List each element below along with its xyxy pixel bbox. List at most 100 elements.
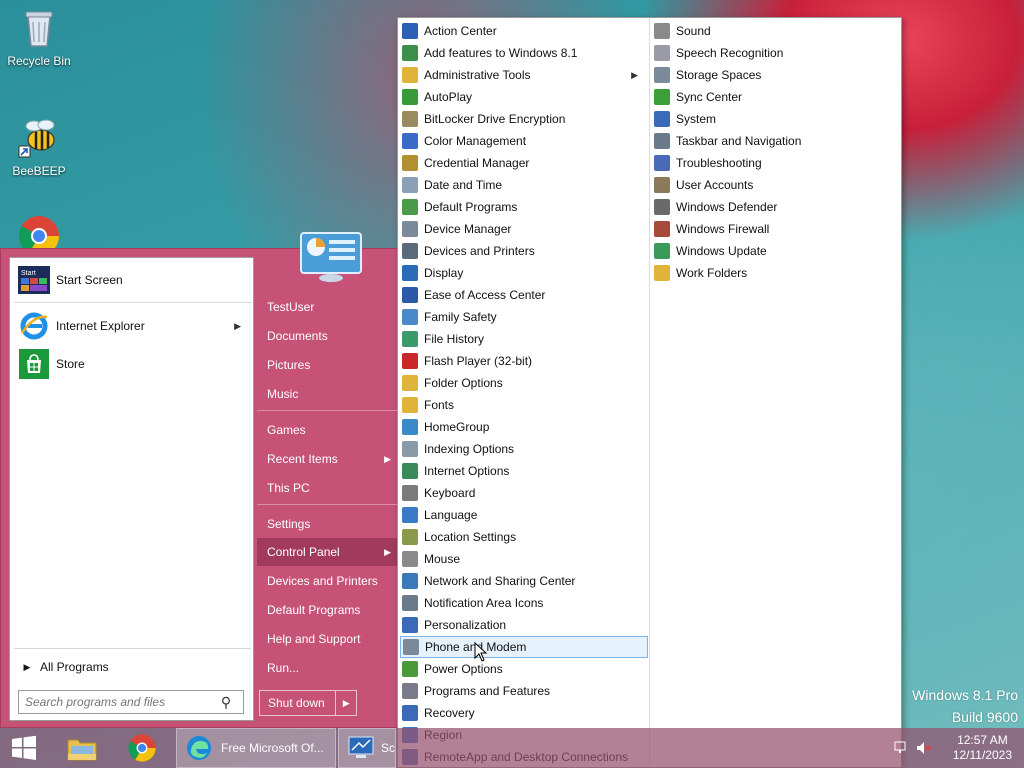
mouse-icon	[402, 551, 418, 567]
folder-options-icon	[402, 375, 418, 391]
cp-item-autoplay[interactable]: AutoPlay	[400, 86, 648, 108]
cp-item-add-features-to-windows-8-1[interactable]: Add features to Windows 8.1	[400, 42, 648, 64]
cp-item-troubleshooting[interactable]: Troubleshooting	[652, 152, 900, 174]
cp-item-label: System	[676, 112, 717, 126]
cp-item-power-options[interactable]: Power Options	[400, 658, 648, 680]
right-item-music[interactable]: Music	[257, 380, 397, 408]
cp-item-recovery[interactable]: Recovery	[400, 702, 648, 724]
cp-item-indexing-options[interactable]: Indexing Options	[400, 438, 648, 460]
right-item-user[interactable]: TestUser	[257, 293, 397, 321]
beebeep-desktop-icon[interactable]: BeeBEEP	[4, 116, 74, 178]
cp-item-color-management[interactable]: Color Management	[400, 130, 648, 152]
all-programs-button[interactable]: ▶ All Programs	[14, 654, 251, 680]
cp-item-notification-area-icons[interactable]: Notification Area Icons	[400, 592, 648, 614]
cp-item-mouse[interactable]: Mouse	[400, 548, 648, 570]
right-item-run[interactable]: Run...	[257, 654, 397, 682]
right-item-control-panel[interactable]: Control Panel ▶	[257, 538, 397, 566]
beebeep-label: BeeBEEP	[12, 164, 66, 178]
right-item-help-and-support[interactable]: Help and Support	[257, 625, 397, 653]
cp-item-label: Mouse	[424, 552, 461, 566]
internet-options-icon	[402, 463, 418, 479]
cp-item-label: HomeGroup	[424, 420, 490, 434]
cp-item-speech-recognition[interactable]: Speech Recognition	[652, 42, 900, 64]
cp-item-flash-player-32-bit[interactable]: Flash Player (32-bit)	[400, 350, 648, 372]
cp-item-family-safety[interactable]: Family Safety	[400, 306, 648, 328]
shutdown-options-button[interactable]: ▶	[336, 691, 356, 715]
cp-item-folder-options[interactable]: Folder Options	[400, 372, 648, 394]
store-icon	[18, 348, 50, 380]
cp-item-label: Indexing Options	[424, 442, 515, 456]
taskbar-edge-window[interactable]: Free Microsoft Of...	[176, 728, 336, 768]
cp-item-windows-defender[interactable]: Windows Defender	[652, 196, 900, 218]
cp-item-system[interactable]: System	[652, 108, 900, 130]
cp-item-keyboard[interactable]: Keyboard	[400, 482, 648, 504]
cp-item-devices-and-printers[interactable]: Devices and Printers	[400, 240, 648, 262]
cp-item-file-history[interactable]: File History	[400, 328, 648, 350]
cp-item-date-and-time[interactable]: Date and Time	[400, 174, 648, 196]
start-button[interactable]	[0, 728, 48, 768]
cp-item-display[interactable]: Display	[400, 262, 648, 284]
cp-item-device-manager[interactable]: Device Manager	[400, 218, 648, 240]
pinned-store[interactable]: Store	[14, 346, 251, 382]
cp-item-default-programs[interactable]: Default Programs	[400, 196, 648, 218]
network-icon[interactable]	[894, 741, 908, 755]
all-programs-divider	[14, 648, 251, 649]
cp-item-ease-of-access-center[interactable]: Ease of Access Center	[400, 284, 648, 306]
cp-item-storage-spaces[interactable]: Storage Spaces	[652, 64, 900, 86]
right-item-games[interactable]: Games	[257, 416, 397, 444]
shutdown-button[interactable]: Shut down	[260, 691, 337, 715]
devices-and-printers-icon	[402, 243, 418, 259]
cp-item-network-and-sharing-center[interactable]: Network and Sharing Center	[400, 570, 648, 592]
right-item-recent-items[interactable]: Recent Items ▶	[257, 445, 397, 473]
cp-item-personalization[interactable]: Personalization	[400, 614, 648, 636]
storage-spaces-icon	[654, 67, 670, 83]
action-center-icon	[402, 23, 418, 39]
user-account-picture[interactable]	[299, 231, 363, 283]
add-features-to-windows-8-1-icon	[402, 45, 418, 61]
search-icon[interactable]: ⚲	[215, 694, 237, 711]
system-clock[interactable]: 12:57 AM 12/11/2023	[953, 733, 1012, 763]
cp-item-language[interactable]: Language	[400, 504, 648, 526]
right-item-settings[interactable]: Settings	[257, 510, 397, 538]
cp-item-administrative-tools[interactable]: Administrative Tools ▶	[400, 64, 648, 86]
cp-item-user-accounts[interactable]: User Accounts	[652, 174, 900, 196]
cp-item-programs-and-features[interactable]: Programs and Features	[400, 680, 648, 702]
right-item-pictures[interactable]: Pictures	[257, 351, 397, 379]
cp-item-location-settings[interactable]: Location Settings	[400, 526, 648, 548]
right-item-documents[interactable]: Documents	[257, 322, 397, 350]
search-input[interactable]	[19, 695, 215, 709]
cp-item-sync-center[interactable]: Sync Center	[652, 86, 900, 108]
ease-of-access-center-icon	[402, 287, 418, 303]
right-item-this-pc[interactable]: This PC	[257, 474, 397, 502]
right-divider	[257, 504, 397, 505]
cp-item-internet-options[interactable]: Internet Options	[400, 460, 648, 482]
cp-item-label: Windows Update	[676, 244, 767, 258]
right-item-label: Control Panel	[267, 545, 340, 559]
cp-item-credential-manager[interactable]: Credential Manager	[400, 152, 648, 174]
taskbar-chrome[interactable]	[114, 728, 170, 768]
pinned-internet-explorer[interactable]: Internet Explorer ▶	[14, 308, 251, 344]
right-item-devices-and-printers[interactable]: Devices and Printers	[257, 567, 397, 595]
cp-item-action-center[interactable]: Action Center	[400, 20, 648, 42]
cp-item-windows-update[interactable]: Windows Update	[652, 240, 900, 262]
taskbar-second-window[interactable]: Sc	[338, 728, 396, 768]
cp-item-label: Recovery	[424, 706, 475, 720]
cp-item-homegroup[interactable]: HomeGroup	[400, 416, 648, 438]
cp-item-fonts[interactable]: Fonts	[400, 394, 648, 416]
cp-item-taskbar-and-navigation[interactable]: Taskbar and Navigation	[652, 130, 900, 152]
cp-item-windows-firewall[interactable]: Windows Firewall	[652, 218, 900, 240]
clock-date: 12/11/2023	[952, 748, 1012, 762]
pinned-start-screen[interactable]: Start Start Screen	[14, 262, 251, 298]
default-programs-icon	[402, 199, 418, 215]
speaker-muted-icon[interactable]	[916, 741, 932, 755]
right-item-label: Run...	[267, 661, 300, 675]
recycle-bin-desktop-icon[interactable]: Recycle Bin	[4, 6, 74, 68]
cp-item-sound[interactable]: Sound	[652, 20, 900, 42]
cp-item-phone-and-modem[interactable]: Phone and Modem	[400, 636, 648, 658]
taskbar-file-explorer[interactable]	[54, 728, 110, 768]
cp-item-work-folders[interactable]: Work Folders	[652, 262, 900, 284]
right-item-default-programs[interactable]: Default Programs	[257, 596, 397, 624]
right-divider	[257, 410, 397, 411]
cp-item-bitlocker-drive-encryption[interactable]: BitLocker Drive Encryption	[400, 108, 648, 130]
phone-and-modem-icon	[403, 639, 419, 655]
